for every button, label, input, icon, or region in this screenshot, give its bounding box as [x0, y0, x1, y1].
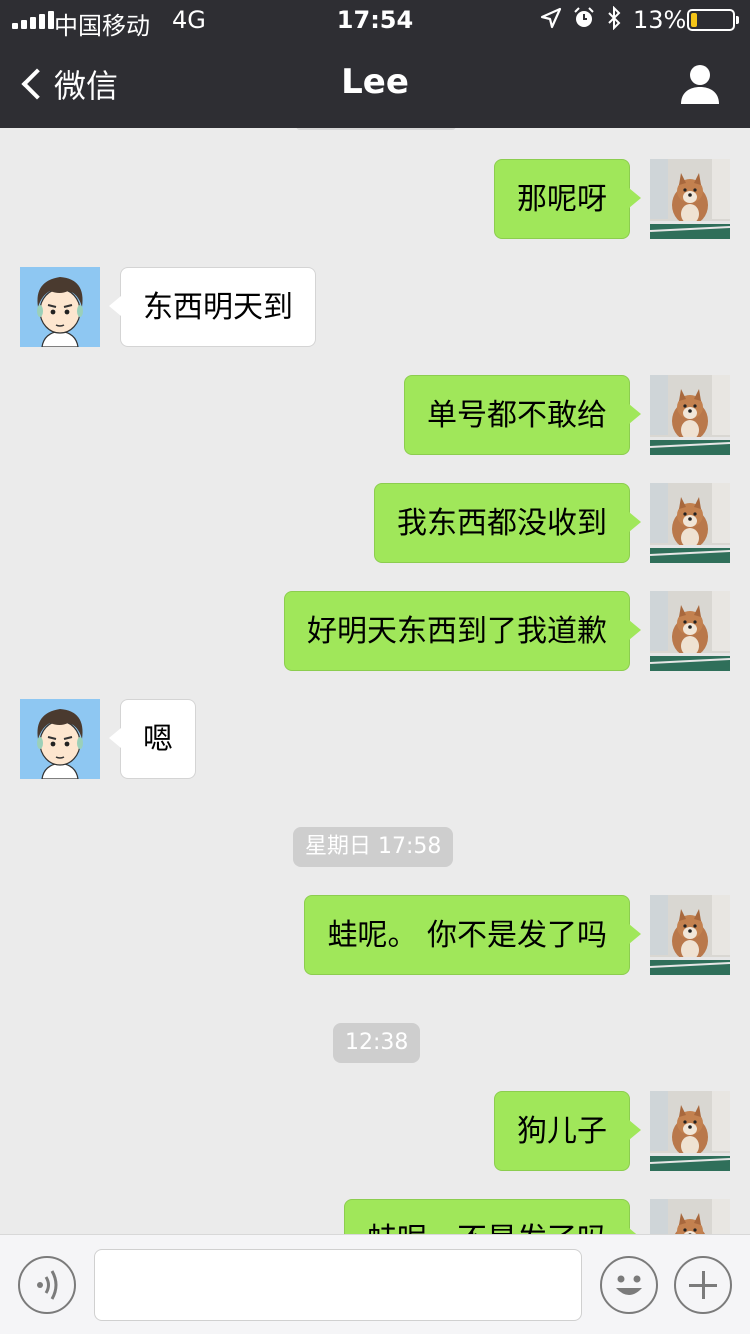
timestamp-chip: 星期日 17:58: [293, 827, 454, 867]
message-bubble[interactable]: 嗯: [109, 699, 196, 779]
my-avatar[interactable]: [650, 1199, 730, 1234]
message-bubble[interactable]: 好明天东西到了我道歉: [284, 591, 641, 671]
bluetooth-icon: [608, 6, 621, 30]
outgoing-message: 单号都不敢给: [0, 375, 750, 455]
contact-avatar[interactable]: [20, 267, 100, 347]
incoming-message: 东西明天到: [0, 267, 750, 347]
voice-button[interactable]: [18, 1256, 76, 1314]
message-bubble[interactable]: 单号都不敢给: [404, 375, 641, 455]
message-bubble[interactable]: 蛙呢。不是发了吗: [344, 1199, 641, 1234]
message-bubble[interactable]: 东西明天到: [109, 267, 316, 347]
chat-title: Lee: [341, 62, 409, 102]
battery-percent: 13%: [633, 6, 687, 34]
my-avatar[interactable]: [650, 591, 730, 671]
status-icons: [540, 6, 622, 30]
emoji-icon: [616, 1275, 642, 1295]
message-bubble[interactable]: 蛙呢。 你不是发了吗: [304, 895, 641, 975]
header: 中国移动 4G 17:54 13% 微信 Lee: [0, 0, 750, 128]
message-bubble[interactable]: 那呢呀: [494, 159, 641, 239]
outgoing-message: 好明天东西到了我道歉: [0, 591, 750, 671]
my-avatar[interactable]: [650, 483, 730, 563]
location-arrow-icon: [540, 7, 562, 29]
timestamp-chip-partial: [296, 128, 456, 130]
outgoing-message: 我东西都没收到: [0, 483, 750, 563]
voice-icon: [37, 1270, 58, 1300]
outgoing-message: 那呢呀: [0, 159, 750, 239]
my-avatar[interactable]: [650, 159, 730, 239]
nav-bar: 微信 Lee: [0, 40, 750, 128]
incoming-message: 嗯: [0, 699, 750, 779]
emoji-button[interactable]: [600, 1256, 658, 1314]
my-avatar[interactable]: [650, 375, 730, 455]
timestamp-chip: 12:38: [333, 1023, 421, 1063]
input-bar: [0, 1234, 750, 1334]
plus-button[interactable]: [674, 1256, 732, 1314]
my-avatar[interactable]: [650, 895, 730, 975]
outgoing-message: 蛙呢。不是发了吗: [0, 1199, 750, 1234]
battery-icon: [687, 9, 739, 31]
message-bubble[interactable]: 狗儿子: [494, 1091, 641, 1171]
status-bar: 中国移动 4G 17:54 13%: [0, 0, 750, 40]
message-input[interactable]: [94, 1249, 582, 1321]
person-icon[interactable]: [678, 62, 722, 106]
message-bubble[interactable]: 我东西都没收到: [374, 483, 641, 563]
chat-area[interactable]: 那呢呀东西明天到单号都不敢给我东西都没收到好明天东西到了我道歉嗯星期日 17:5…: [0, 128, 750, 1234]
alarm-clock-icon: [574, 7, 594, 27]
outgoing-message: 蛙呢。 你不是发了吗: [0, 895, 750, 975]
contact-avatar[interactable]: [20, 699, 100, 779]
outgoing-message: 狗儿子: [0, 1091, 750, 1171]
my-avatar[interactable]: [650, 1091, 730, 1171]
